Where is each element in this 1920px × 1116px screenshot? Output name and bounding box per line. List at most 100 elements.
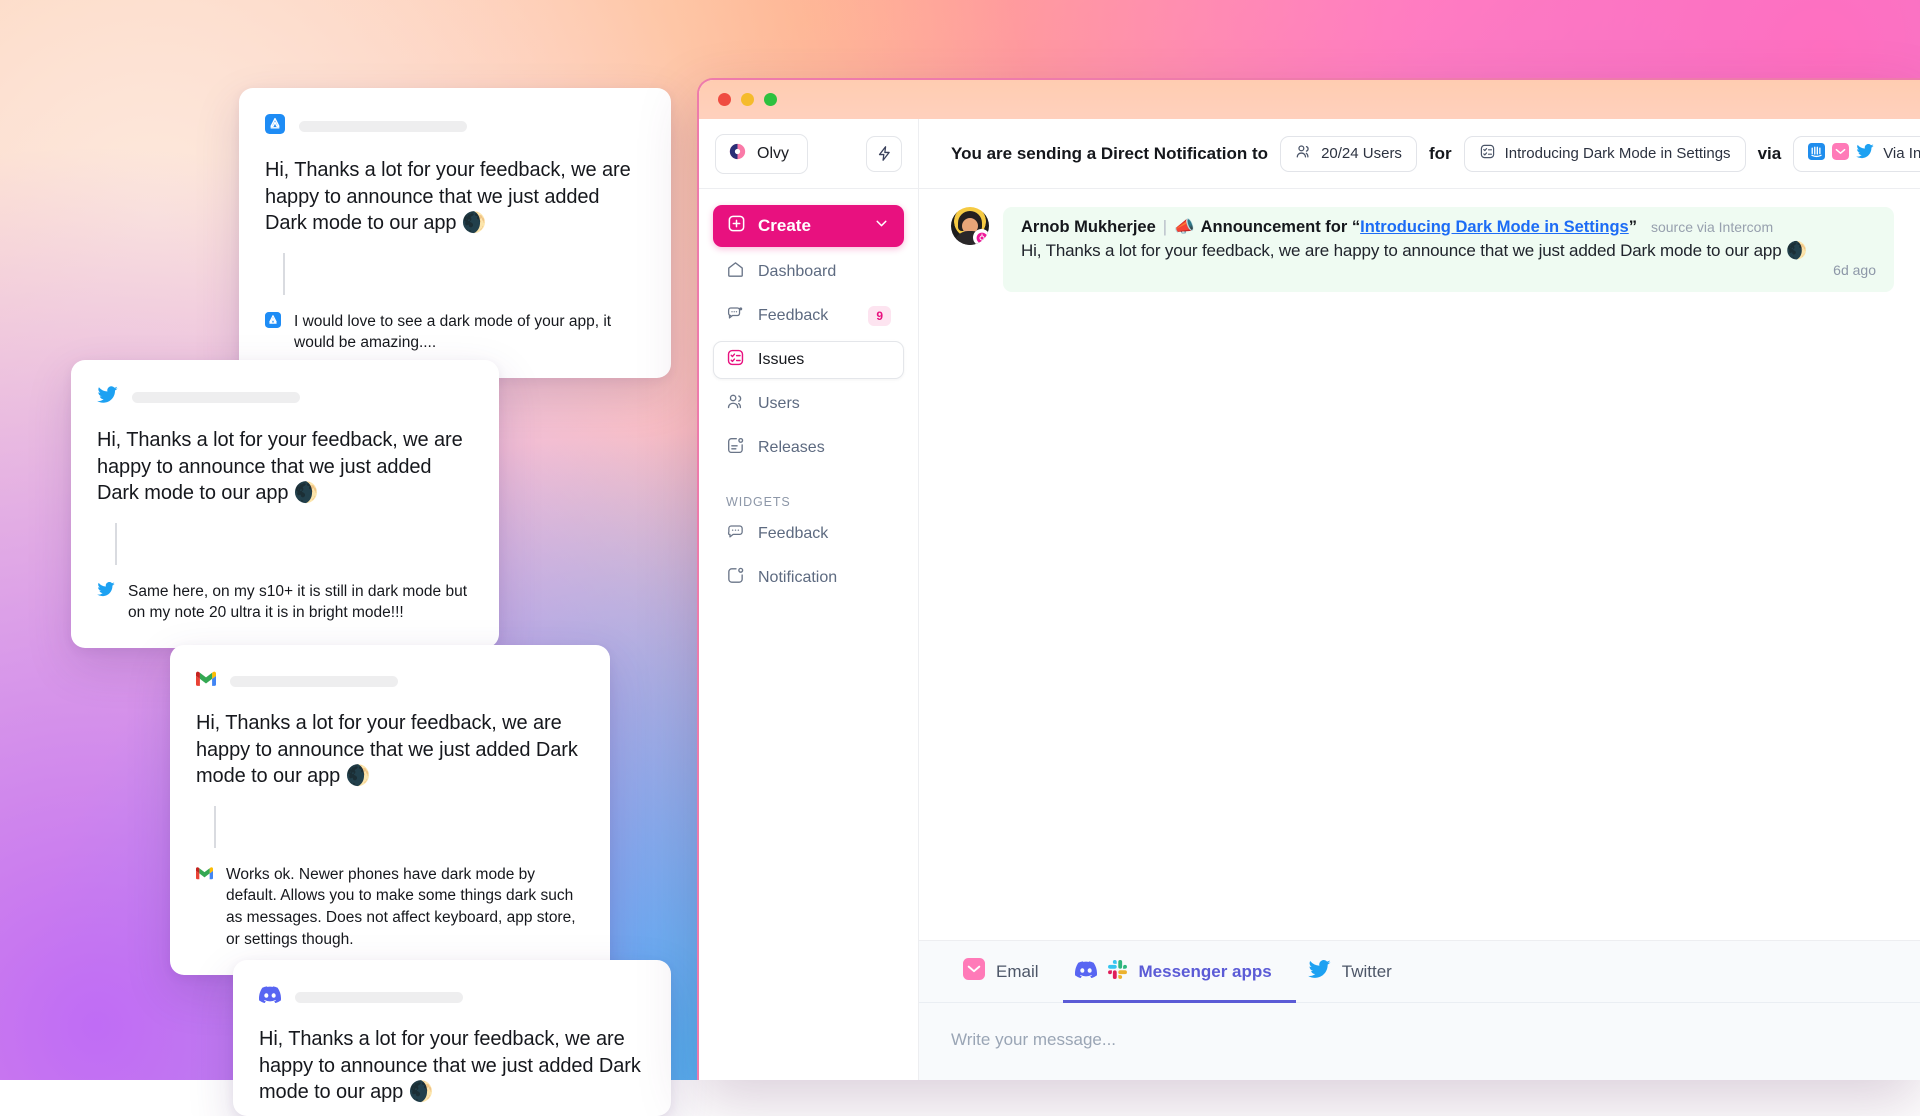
sidebar-item-feedback[interactable]: Feedback 9 [713, 297, 904, 335]
olvy-badge-icon [973, 229, 989, 245]
avatar [951, 207, 989, 245]
sidebar-item-dashboard[interactable]: Dashboard [713, 253, 904, 291]
message-timestamp: 6d ago [1021, 262, 1876, 278]
card-title-skeleton [299, 121, 467, 132]
audience-selector[interactable]: 20/24 Users [1280, 136, 1417, 172]
card-title-skeleton [230, 676, 398, 687]
sidebar-item-label: Releases [758, 439, 825, 457]
card-reply: I would love to see a dark mode of your … [265, 311, 643, 354]
sidebar-item-issues[interactable]: Issues [713, 341, 904, 379]
sidebar-item-label: Feedback [758, 307, 828, 325]
sidebar: Olvy Create [699, 119, 919, 1080]
card-body-text: Hi, Thanks a lot for your feedback, we a… [259, 1026, 643, 1106]
notification-icon [726, 566, 745, 590]
plus-square-icon [727, 214, 746, 238]
sidebar-item-label: Issues [758, 351, 804, 369]
card-body-text: Hi, Thanks a lot for your feedback, we a… [97, 427, 471, 507]
appstore-icon [265, 312, 281, 335]
email-icon [963, 958, 985, 985]
appstore-icon [265, 114, 285, 139]
sidebar-item-label: Feedback [758, 525, 828, 543]
sidebar-brand-row: Olvy [699, 119, 918, 189]
app-window: Olvy Create [697, 78, 1920, 1080]
discord-icon [1075, 961, 1097, 983]
card-divider [283, 253, 285, 295]
card-header [265, 114, 643, 139]
card-reply: Works ok. Newer phones have dark mode by… [196, 864, 582, 951]
main-panel: You are sending a Direct Notification to… [919, 119, 1920, 1080]
announcement-suffix: ” [1629, 218, 1637, 237]
close-window-button[interactable] [718, 93, 731, 106]
card-reply-text: Same here, on my s10+ it is still in dar… [128, 581, 471, 624]
discord-icon [259, 986, 281, 1008]
tab-email[interactable]: Email [951, 941, 1063, 1003]
sidebar-item-releases[interactable]: Releases [713, 429, 904, 467]
card-title-skeleton [132, 392, 300, 403]
tab-messenger-apps[interactable]: Messenger apps [1063, 941, 1296, 1003]
tab-label: Email [996, 962, 1039, 982]
checklist-icon [726, 348, 745, 372]
widgets-section-label: WIDGETS [726, 495, 904, 509]
announcement-title-link[interactable]: Introducing Dark Mode in Settings [1360, 218, 1629, 237]
tab-label: Messenger apps [1139, 962, 1272, 982]
card-divider [115, 523, 117, 565]
card-header [97, 386, 471, 409]
minimize-window-button[interactable] [741, 93, 754, 106]
sidebar-item-widget-notification[interactable]: Notification [713, 559, 904, 597]
chat-bubble-icon [726, 522, 745, 546]
create-button[interactable]: Create [713, 205, 904, 247]
email-icon [1832, 143, 1849, 164]
feedback-card-gmail: Hi, Thanks a lot for your feedback, we a… [170, 645, 610, 975]
olvy-logo-icon [729, 143, 746, 165]
users-icon [726, 392, 745, 416]
tab-label: Twitter [1342, 962, 1392, 982]
message-author: Arnob Mukherjee [1021, 218, 1156, 237]
twitter-icon [1856, 144, 1874, 163]
twitter-icon [97, 582, 115, 604]
message-source: source via Intercom [1651, 219, 1773, 235]
bolt-icon[interactable] [866, 136, 902, 172]
workspace-name: Olvy [757, 145, 789, 163]
megaphone-icon: 📣 [1174, 218, 1195, 237]
twitter-icon [1308, 960, 1331, 984]
audience-label: 20/24 Users [1321, 145, 1402, 162]
maximize-window-button[interactable] [764, 93, 777, 106]
card-reply-text: Works ok. Newer phones have dark mode by… [226, 864, 582, 951]
slack-icon [1107, 959, 1128, 985]
home-icon [726, 260, 745, 284]
feedback-card-appstore: Hi, Thanks a lot for your feedback, we a… [239, 88, 671, 378]
twitter-icon [97, 386, 118, 409]
topbar-for-label: for [1429, 144, 1452, 164]
sidebar-item-label: Dashboard [758, 263, 836, 281]
message-input[interactable]: Write your message... [919, 1003, 1920, 1080]
channels-selector[interactable]: Via Intercom, Ema [1793, 136, 1920, 172]
channels-label: Via Intercom, Ema [1883, 145, 1920, 162]
card-reply-text: I would love to see a dark mode of your … [294, 311, 643, 354]
chevron-down-icon [873, 215, 890, 237]
message-bubble: Arnob Mukherjee | 📣 Announcement for “ I… [1003, 207, 1894, 292]
message-row: Arnob Mukherjee | 📣 Announcement for “ I… [919, 207, 1920, 292]
composer: Email [919, 940, 1920, 1080]
notification-context-bar: You are sending a Direct Notification to… [919, 119, 1920, 189]
gmail-icon [196, 671, 216, 692]
release-icon [726, 436, 745, 460]
release-label: Introducing Dark Mode in Settings [1505, 145, 1731, 162]
composer-tabs: Email [919, 941, 1920, 1003]
message-text: Hi, Thanks a lot for your feedback, we a… [1021, 241, 1876, 261]
workspace-switcher[interactable]: Olvy [715, 134, 808, 174]
topbar-via-label: via [1758, 144, 1782, 164]
topbar-prefix: You are sending a Direct Notification to [951, 144, 1268, 164]
tab-twitter[interactable]: Twitter [1296, 941, 1416, 1003]
sidebar-item-widget-feedback[interactable]: Feedback [713, 515, 904, 553]
feedback-card-twitter: Hi, Thanks a lot for your feedback, we a… [71, 360, 499, 648]
sidebar-item-users[interactable]: Users [713, 385, 904, 423]
release-selector[interactable]: Introducing Dark Mode in Settings [1464, 136, 1746, 172]
checklist-icon [1479, 143, 1496, 164]
users-icon [1295, 143, 1312, 164]
card-body-text: Hi, Thanks a lot for your feedback, we a… [265, 157, 643, 237]
announcement-prefix: Announcement for “ [1201, 218, 1361, 237]
sidebar-item-label: Notification [758, 569, 837, 587]
create-button-label: Create [758, 216, 811, 236]
card-header [259, 986, 643, 1008]
card-reply: Same here, on my s10+ it is still in dar… [97, 581, 471, 624]
